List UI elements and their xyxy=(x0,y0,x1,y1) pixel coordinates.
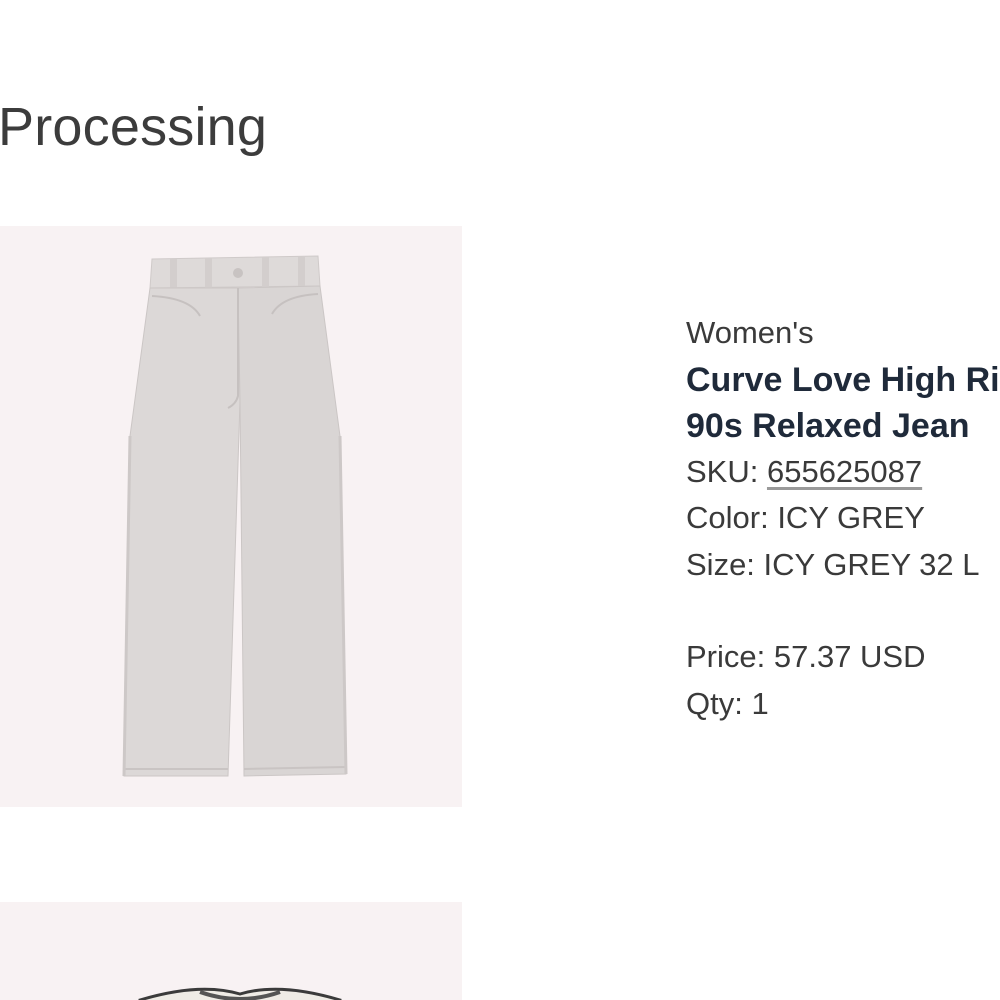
sku-label: SKU: xyxy=(686,453,767,489)
product-sku: SKU: 655625087 xyxy=(686,449,1000,496)
product-name-link[interactable]: Curve Love High Rise 90s Relaxed Jean xyxy=(686,357,1000,449)
product-size: Size: ICY GREY 32 L xyxy=(686,542,1000,589)
details-spacer xyxy=(686,588,1000,634)
price-label: Price: xyxy=(686,639,774,674)
color-label: Color: xyxy=(686,500,778,535)
product-category: Women's xyxy=(686,315,814,350)
size-label: Size: xyxy=(686,546,764,582)
sku-link[interactable]: 655625087 xyxy=(767,454,922,489)
product-image-next-item[interactable] xyxy=(0,902,462,1000)
order-page: Processing Women's Curve Love High Ri 90… xyxy=(0,0,1000,1000)
product-price: Price: 57.37 USD xyxy=(686,634,1000,681)
product-color: Color: ICY GREY xyxy=(686,495,1000,542)
qty-label: Qty: xyxy=(686,685,752,721)
product-qty: Qty: 1 xyxy=(686,681,1000,728)
size-value: ICY GREY 32 L xyxy=(763,546,980,582)
product-image-jeans[interactable] xyxy=(0,226,462,807)
price-value: 57.37 USD xyxy=(773,639,926,674)
qty-value: 1 xyxy=(751,685,769,721)
jeans-illustration xyxy=(122,255,348,777)
order-status-title: Processing xyxy=(0,97,268,157)
color-value: ICY GREY xyxy=(777,500,925,535)
shirt-illustration xyxy=(138,987,342,1000)
product-details: Women's Curve Love High Rise 90s Relaxed… xyxy=(686,310,1000,727)
